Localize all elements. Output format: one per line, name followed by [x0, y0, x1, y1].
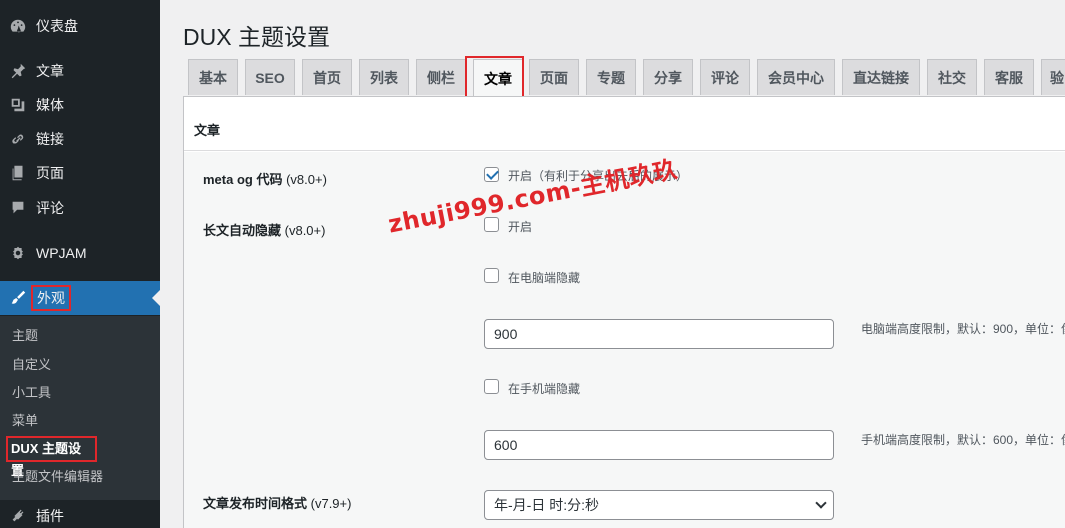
tab-seo[interactable]: SEO [245, 59, 295, 95]
pc-height-hint: 电脑端高度限制，默认：900，单位：像 [861, 322, 1065, 336]
tab-social[interactable]: 社交 [927, 59, 977, 95]
tab-verify[interactable]: 验 [1041, 59, 1065, 95]
long-hide-label: 长文自动隐藏 (v8.0+) [203, 220, 325, 239]
sidebar-item-media[interactable]: 媒体 [0, 88, 160, 122]
sidebar-item-pages[interactable]: 页面 [0, 156, 160, 190]
pushpin-icon [0, 62, 36, 80]
submenu-item-dux-settings[interactable]: DUX 主题设置 [6, 436, 97, 478]
sidebar-item-links[interactable]: 链接 [0, 122, 160, 156]
pc-height-input[interactable]: 900 [484, 319, 834, 349]
tab-sidebar[interactable]: 侧栏 [416, 59, 466, 95]
submenu-item-theme-editor[interactable]: 主题文件编辑器 [12, 466, 103, 488]
tab-page[interactable]: 页面 [529, 59, 579, 95]
long-hide-checkbox-label: 开启 [508, 220, 533, 234]
submenu-item-widgets[interactable]: 小工具 [12, 382, 51, 404]
comment-icon [0, 199, 36, 217]
sidebar-item-label: 文章 [36, 63, 64, 79]
sidebar-item-label: WPJAM [36, 245, 87, 261]
mobile-hide-checkbox-label: 在手机端隐藏 [508, 382, 581, 396]
sidebar-item-label: 评论 [36, 200, 64, 216]
mobile-hide-checkbox[interactable] [484, 379, 499, 394]
sidebar-item-label: 页面 [36, 165, 64, 181]
chevron-down-icon [815, 497, 827, 509]
sidebar-item-label: 媒体 [36, 97, 64, 113]
gear-icon [0, 244, 36, 262]
sidebar-item-dashboard[interactable]: 仪表盘 [0, 9, 160, 43]
sidebar-item-label: 外观 [31, 285, 71, 311]
time-format-label: 文章发布时间格式 (v7.9+) [203, 493, 351, 512]
meta-og-version: (v8.0+) [286, 172, 327, 187]
media-icon [0, 96, 36, 114]
time-format-version: (v7.9+) [310, 496, 352, 511]
meta-og-label: meta og 代码 (v8.0+) [203, 169, 327, 188]
admin-sidebar: 仪表盘 文章 媒体 链接 页面 评论 WPJAM 外观 主题 自定义 小工具 菜… [0, 0, 160, 528]
sidebar-item-label: 插件 [36, 508, 64, 524]
long-hide-label-text: 长文自动隐藏 [203, 223, 282, 238]
sidebar-item-comments[interactable]: 评论 [0, 191, 160, 225]
active-indicator [152, 290, 160, 306]
panel-header: 文章 [184, 105, 1065, 151]
pc-hide-checkbox-label: 在电脑端隐藏 [508, 271, 581, 285]
time-format-selected: 年-月-日 时:分:秒 [494, 497, 599, 513]
sidebar-item-posts[interactable]: 文章 [0, 54, 160, 88]
sidebar-item-label: 链接 [36, 131, 64, 147]
sidebar-item-appearance[interactable]: 外观 [0, 281, 160, 315]
meta-og-checkbox[interactable] [484, 167, 499, 182]
sidebar-item-plugins[interactable]: 插件 [0, 499, 160, 528]
tab-basic[interactable]: 基本 [188, 59, 238, 95]
brush-icon [0, 289, 36, 307]
mobile-height-hint: 手机端高度限制，默认：600，单位：像 [861, 433, 1065, 447]
sidebar-item-label: 仪表盘 [36, 18, 78, 34]
tab-customer-service[interactable]: 客服 [984, 59, 1034, 95]
link-icon [0, 130, 36, 148]
tab-topic[interactable]: 专题 [586, 59, 636, 95]
panel-heading: 文章 [194, 123, 221, 138]
submenu-item-themes[interactable]: 主题 [12, 325, 38, 347]
mobile-height-input[interactable]: 600 [484, 430, 834, 460]
dashboard-icon [0, 17, 36, 35]
time-format-label-text: 文章发布时间格式 [203, 496, 308, 511]
tab-member-center[interactable]: 会员中心 [757, 59, 835, 95]
tab-post[interactable]: 文章 [473, 59, 523, 97]
tab-home[interactable]: 首页 [302, 59, 352, 95]
meta-og-label-text: meta og 代码 [203, 172, 283, 187]
plugin-icon [0, 507, 36, 525]
page-icon [0, 164, 36, 182]
pc-hide-checkbox[interactable] [484, 268, 499, 283]
page-title: DUX 主题设置 [183, 24, 330, 50]
time-format-select[interactable]: 年-月-日 时:分:秒 [484, 490, 834, 520]
submenu-item-menus[interactable]: 菜单 [12, 410, 38, 432]
appearance-submenu: 主题 自定义 小工具 菜单 DUX 主题设置 主题文件编辑器 [0, 316, 160, 500]
submenu-item-customize[interactable]: 自定义 [12, 354, 51, 376]
tab-list[interactable]: 列表 [359, 59, 409, 95]
sidebar-item-wpjam[interactable]: WPJAM [0, 236, 160, 270]
tab-comment[interactable]: 评论 [700, 59, 750, 95]
long-hide-version: (v8.0+) [284, 223, 326, 238]
tab-share[interactable]: 分享 [643, 59, 693, 95]
tab-direct-links[interactable]: 直达链接 [842, 59, 920, 95]
